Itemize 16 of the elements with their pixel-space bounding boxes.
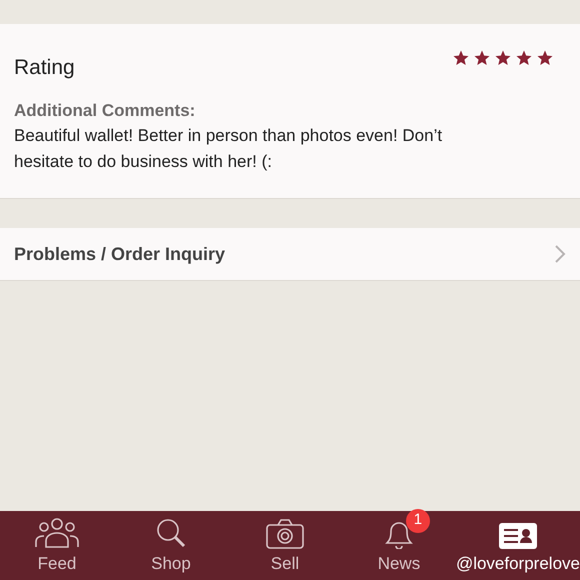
- comments-text: Beautiful wallet! Better in person than photos even! Don’t hesitate to do business with her! (:: [14, 125, 444, 173]
- tab[interactable]: @loveforprelove: [456, 511, 580, 580]
- rating-title: Rating: [14, 55, 75, 81]
- search-icon: [154, 516, 187, 548]
- problems-row[interactable]: Problems / Order Inquiry: [0, 228, 580, 281]
- chevron-right-icon: [554, 244, 566, 264]
- people-icon: [34, 516, 80, 548]
- tab[interactable]: Sell: [228, 511, 342, 580]
- comments-label: Additional Comments:: [14, 100, 196, 122]
- id-card-icon: [498, 522, 537, 548]
- camera-icon: [266, 518, 304, 548]
- notification-badge: 1: [406, 508, 430, 532]
- tab[interactable]: Shop: [114, 511, 228, 580]
- tab[interactable]: Feed: [0, 511, 114, 580]
- tab[interactable]: 1 News: [342, 511, 456, 580]
- problems-label: Problems / Order Inquiry: [14, 242, 226, 266]
